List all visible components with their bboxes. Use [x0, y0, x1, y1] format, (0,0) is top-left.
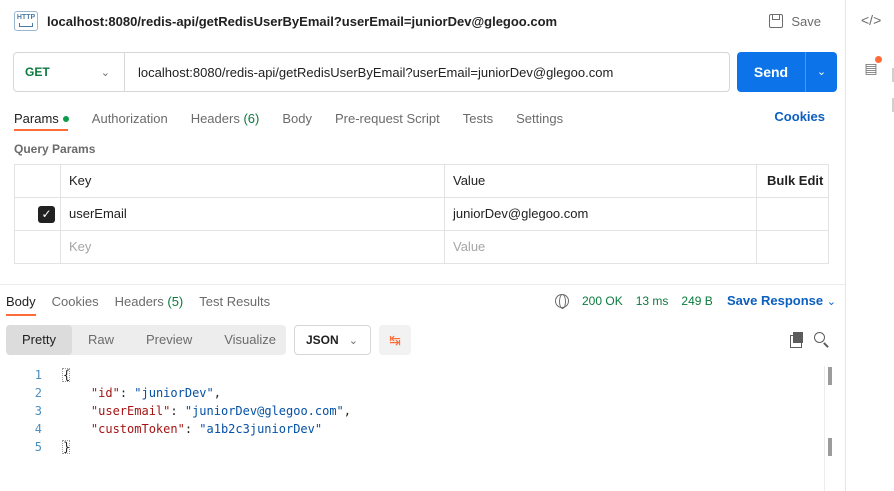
scrollbar-marker[interactable]: [828, 367, 832, 385]
code-line: 1 {: [0, 366, 820, 384]
chevron-down-icon: ⌄: [348, 334, 358, 347]
send-options-chevron-icon[interactable]: ⌄: [806, 52, 837, 92]
tab-tests[interactable]: Tests: [463, 111, 493, 126]
response-status-bar: 200 OK 13 ms 249 B: [555, 292, 726, 310]
view-mode-toggle: Pretty Raw Preview Visualize: [6, 325, 286, 355]
tab-params[interactable]: Params: [14, 111, 69, 126]
request-title-bar: HTTP localhost:8080/redis-api/getRedisUs…: [14, 10, 844, 32]
tab-authorization[interactable]: Authorization: [92, 111, 168, 126]
save-label: Save: [791, 13, 821, 29]
line-number: 3: [34, 404, 42, 418]
response-time[interactable]: 13 ms: [636, 294, 669, 308]
response-body-editor[interactable]: 1 { 2 "id": "juniorDev", 3 "userEmail": …: [0, 366, 820, 456]
http-icon: HTTP: [14, 11, 38, 31]
tab-body[interactable]: Body: [282, 111, 312, 126]
main-pane: HTTP localhost:8080/redis-api/getRedisUs…: [0, 0, 845, 491]
status-code[interactable]: 200 OK: [582, 294, 623, 308]
globe-icon[interactable]: [555, 294, 569, 309]
info-icon[interactable]: ▤: [861, 56, 882, 78]
param-key-field[interactable]: userEmail: [60, 198, 127, 231]
save-response-button[interactable]: Save Response ⌄: [727, 293, 836, 308]
active-tab-underline: [14, 129, 68, 131]
view-raw-button[interactable]: Raw: [72, 325, 130, 355]
table-row: ✓ userEmail juniorDev@glegoo.com: [15, 198, 828, 231]
wrap-lines-button[interactable]: ↹: [379, 325, 411, 355]
url-input[interactable]: [125, 54, 729, 90]
send-button[interactable]: Send ⌄: [737, 52, 837, 92]
table-header-row: Key Value Bulk Edit: [15, 165, 828, 198]
scrollbar-marker[interactable]: [828, 438, 832, 456]
code-text: }: [62, 440, 71, 454]
scroll-track: [824, 366, 825, 491]
new-value-field[interactable]: Value: [444, 231, 485, 264]
response-tab-headers[interactable]: Headers (5): [115, 294, 184, 309]
tab-pre-request-script[interactable]: Pre-request Script: [335, 111, 440, 126]
bulk-edit-button[interactable]: Bulk Edit: [758, 165, 823, 198]
table-row-empty: Key Value: [15, 231, 828, 264]
response-tabs: Body Cookies Headers (5) Test Results: [6, 292, 286, 310]
code-line: 4 "customToken": "a1b2c3juniorDev": [0, 420, 820, 438]
response-tab-test-results[interactable]: Test Results: [199, 294, 270, 309]
tab-headers[interactable]: Headers (6): [191, 111, 260, 126]
code-text: "userEmail": "juniorDev@glegoo.com",: [90, 404, 352, 418]
wrap-lines-icon: ↹: [389, 331, 401, 348]
query-params-table: Key Value Bulk Edit ✓ userEmail juniorDe…: [14, 164, 829, 264]
code-text: "customToken": "a1b2c3juniorDev": [90, 422, 323, 436]
save-icon: [769, 14, 784, 28]
method-select[interactable]: GET ⌄: [14, 53, 125, 91]
search-icon[interactable]: [814, 332, 829, 347]
chevron-down-icon: ⌄: [826, 296, 836, 308]
line-number: 5: [34, 440, 42, 454]
code-text: "id": "juniorDev",: [90, 386, 221, 400]
copy-icon[interactable]: [790, 332, 804, 348]
notification-dot: [875, 56, 882, 63]
response-divider[interactable]: [0, 284, 845, 285]
right-sidebar: </> ▤: [845, 0, 894, 491]
line-number: 2: [34, 386, 42, 400]
active-response-tab-underline: [6, 314, 36, 316]
params-active-dot: [62, 116, 69, 123]
tab-settings[interactable]: Settings: [516, 111, 563, 126]
method-label: GET: [25, 65, 50, 79]
response-size[interactable]: 249 B: [681, 294, 712, 308]
line-number: 1: [34, 368, 42, 382]
response-tab-body[interactable]: Body: [6, 294, 36, 309]
code-text: {: [62, 368, 71, 382]
code-icon[interactable]: </>: [861, 10, 881, 30]
column-header-value: Value: [453, 173, 486, 188]
code-line: 5 }: [0, 438, 820, 456]
param-checkbox[interactable]: ✓: [38, 206, 55, 223]
response-tab-cookies[interactable]: Cookies: [52, 294, 99, 309]
cookies-link[interactable]: Cookies: [774, 109, 825, 124]
format-label: JSON: [306, 333, 339, 347]
code-line: 2 "id": "juniorDev",: [0, 384, 820, 402]
new-key-field[interactable]: Key: [60, 231, 91, 264]
code-line: 3 "userEmail": "juniorDev@glegoo.com",: [0, 402, 820, 420]
param-value-field[interactable]: juniorDev@glegoo.com: [444, 198, 588, 231]
column-header-key: Key: [69, 173, 92, 188]
send-label: Send: [753, 64, 789, 80]
view-pretty-button[interactable]: Pretty: [6, 325, 72, 355]
request-bar: GET ⌄: [13, 52, 730, 92]
chevron-down-icon: ⌄: [100, 66, 110, 79]
view-visualize-button[interactable]: Visualize: [208, 325, 292, 355]
save-button[interactable]: Save: [769, 10, 821, 32]
request-title[interactable]: localhost:8080/redis-api/getRedisUserByE…: [47, 14, 557, 29]
request-tabs: Params Authorization Headers (6) Body Pr…: [14, 107, 586, 129]
view-preview-button[interactable]: Preview: [130, 325, 208, 355]
format-select[interactable]: JSON ⌄: [294, 325, 371, 355]
line-number: 4: [34, 422, 42, 436]
query-params-label: Query Params: [14, 142, 96, 156]
